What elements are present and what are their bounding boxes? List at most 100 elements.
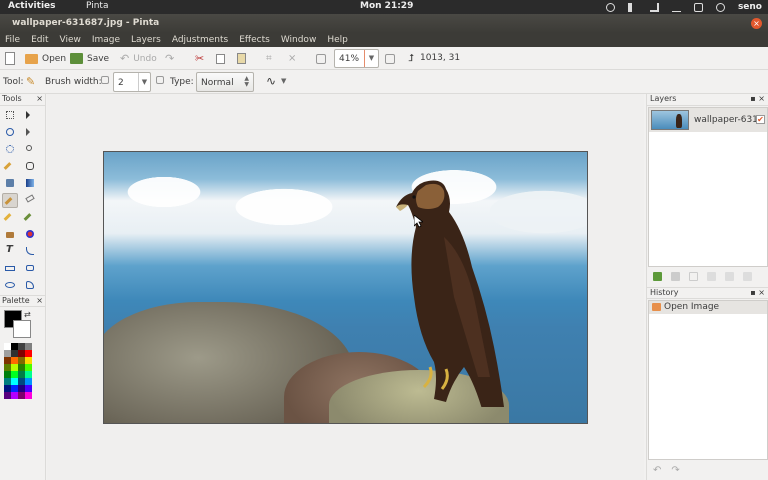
menu-effects[interactable]: Effects [239,35,270,45]
move-layer-down-icon[interactable] [743,271,752,281]
type-combo[interactable]: Normal ▲ ▼ [196,72,254,92]
menu-edit[interactable]: Edit [31,35,48,45]
gradient-tool[interactable] [22,176,38,191]
palette-swatch[interactable] [25,378,32,385]
chevron-down-icon[interactable]: ▼ [364,50,378,67]
lasso-select-tool[interactable] [2,125,18,140]
palette-swatch[interactable] [4,364,11,371]
freeform-shape-tool[interactable] [22,278,38,293]
decrease-width-icon[interactable] [101,76,109,84]
clone-stamp-tool[interactable] [2,227,18,242]
redo-history-icon[interactable]: ↷ [671,465,679,476]
palette-swatch[interactable] [25,350,32,357]
paintbrush-tool[interactable] [2,193,18,208]
tools-panel-close[interactable]: × [36,94,43,103]
palette-swatch[interactable] [11,385,18,392]
canvas-area[interactable] [47,94,644,480]
palette-swatch[interactable] [25,364,32,371]
palette-swatch[interactable] [11,392,18,399]
copy-button[interactable] [216,51,225,66]
layers-panel-controls[interactable]: ▪ × [750,94,765,103]
palette-swatch[interactable] [25,385,32,392]
palette-swatch[interactable] [25,343,32,350]
clock[interactable]: Mon 21:29 [360,1,413,11]
duplicate-layer-icon[interactable] [689,271,698,281]
zoom-in-button[interactable] [385,51,395,66]
secondary-color-swatch[interactable] [13,320,31,338]
zoom-combo[interactable]: 41% ▼ [334,49,379,68]
palette-swatch[interactable] [25,357,32,364]
window-close-button[interactable]: × [751,18,762,29]
menu-adjustments[interactable]: Adjustments [172,35,228,45]
palette-swatch[interactable] [4,350,11,357]
magic-wand-tool[interactable] [2,159,18,174]
ellipse-select-tool[interactable] [2,142,18,157]
redo-button[interactable]: ↷ [165,51,174,66]
eraser-tool[interactable] [22,193,38,208]
pan-tool[interactable] [22,159,38,174]
move-selection-tool[interactable] [22,125,38,140]
signal-icon[interactable] [671,3,681,12]
layer-row[interactable]: wallpaper-631 ✔ [649,108,767,132]
save-button[interactable]: Save [70,51,109,66]
deselect-button[interactable]: ⨯ [288,51,296,66]
move-layer-up-icon[interactable] [725,271,734,281]
palette-swatch[interactable] [4,385,11,392]
history-panel-controls[interactable]: ▪ × [750,288,765,297]
palette-swatch[interactable] [18,357,25,364]
crop-button[interactable]: ⌗ [266,51,272,66]
ellipse-tool[interactable] [2,278,18,293]
palette-swatch[interactable] [18,385,25,392]
palette-swatch[interactable] [11,350,18,357]
paint-bucket-tool[interactable] [2,176,18,191]
new-button[interactable] [5,51,15,66]
palette-swatch[interactable] [11,343,18,350]
mail-icon[interactable] [693,2,703,12]
merge-layer-icon[interactable] [707,271,716,281]
chevron-down-icon[interactable]: ▼ [138,73,150,91]
text-tool[interactable]: T [2,244,18,259]
bluetooth-icon[interactable] [605,2,615,12]
zoom-tool[interactable] [22,142,38,157]
open-button[interactable]: Open [25,51,66,66]
menu-image[interactable]: Image [92,35,120,45]
palette-swatch[interactable] [11,371,18,378]
palette-swatch[interactable] [18,364,25,371]
palette-swatch[interactable] [4,357,11,364]
palette-swatch[interactable] [4,392,11,399]
delete-layer-icon[interactable] [671,271,680,281]
palette-swatch[interactable] [4,343,11,350]
palette-swatch[interactable] [18,350,25,357]
rounded-rectangle-tool[interactable] [22,261,38,276]
add-layer-icon[interactable] [653,271,662,281]
palette-swatch[interactable] [18,343,25,350]
palette-panel-close[interactable]: × [36,296,43,305]
cut-button[interactable]: ✂ [195,51,204,66]
menu-window[interactable]: Window [281,35,317,45]
palette-swatch[interactable] [25,371,32,378]
palette-swatch[interactable] [11,357,18,364]
chevron-down-icon[interactable]: ▼ [281,77,286,85]
palette-swatch[interactable] [11,364,18,371]
network-icon[interactable] [649,2,659,12]
zoom-out-button[interactable] [316,51,326,66]
history-item[interactable]: Open Image [649,301,767,314]
color-picker-tool[interactable] [22,210,38,225]
menu-view[interactable]: View [60,35,81,45]
undo-history-icon[interactable]: ↶ [653,465,661,476]
antialias-icon[interactable]: ∿ [266,74,276,88]
volume-icon[interactable] [627,2,637,12]
brush-width-combo[interactable]: 2 ▼ [113,72,151,92]
line-curve-tool[interactable] [22,244,38,259]
palette-swatch[interactable] [18,378,25,385]
recolor-tool[interactable] [22,227,38,242]
user-name[interactable]: seno [738,2,762,12]
pencil-tool[interactable] [2,210,18,225]
swap-colors-icon[interactable]: ⇄ [24,310,31,319]
palette-swatch[interactable] [11,378,18,385]
power-icon[interactable] [715,2,725,12]
app-menu[interactable]: Pinta [86,1,108,11]
layer-visibility-checkbox[interactable]: ✔ [756,115,765,124]
rectangle-tool[interactable] [2,261,18,276]
menu-file[interactable]: File [5,35,20,45]
